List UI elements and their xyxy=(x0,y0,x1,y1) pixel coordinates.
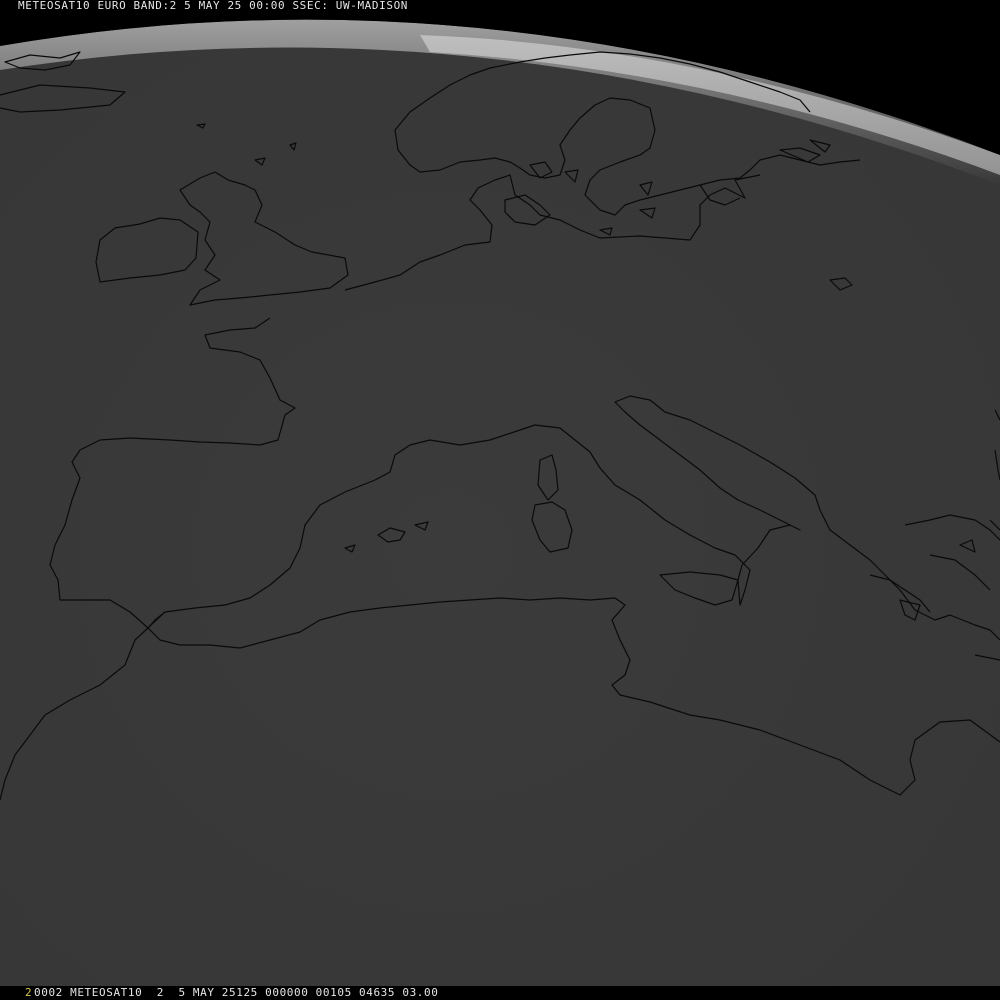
earth-disk xyxy=(0,19,1000,987)
footer-info: 0002 METEOSAT10 2 5 MAY 25125 000000 001… xyxy=(34,986,439,999)
image-header-title: METEOSAT10 EURO BAND:2 5 MAY 25 00:00 SS… xyxy=(18,0,409,12)
satellite-image xyxy=(0,19,1000,987)
footer-frame-number: 2 xyxy=(25,986,32,999)
satellite-image-frame xyxy=(0,0,1000,1000)
